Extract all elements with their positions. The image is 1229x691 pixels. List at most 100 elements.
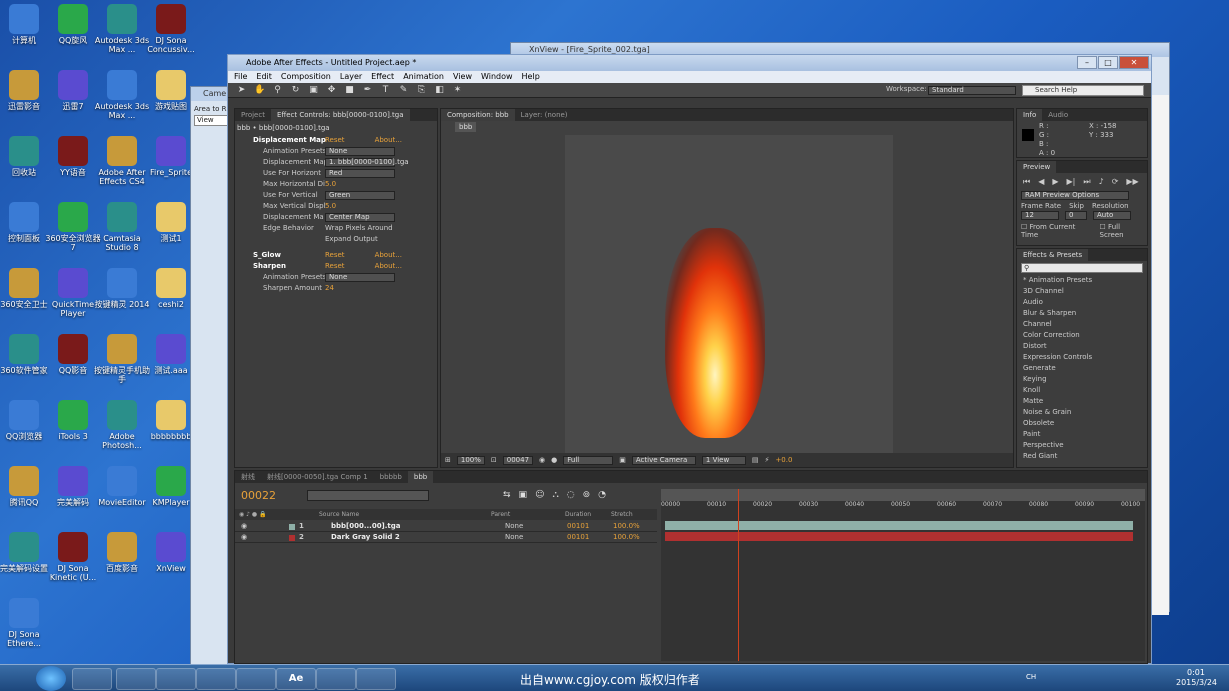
taskbar-explorer-icon[interactable] bbox=[72, 668, 112, 690]
pen-tool-icon[interactable]: ✒ bbox=[362, 85, 373, 96]
effects-category[interactable]: Perspective bbox=[1017, 440, 1147, 451]
property-checkbox[interactable]: Expand Output bbox=[325, 235, 378, 243]
menu-item[interactable]: Animation bbox=[403, 71, 444, 83]
timeline-tab[interactable]: bbb bbox=[407, 471, 434, 483]
desktop-icon[interactable]: Adobe After Effects CS4 bbox=[94, 136, 150, 186]
loop-icon[interactable]: ⟳ bbox=[1112, 177, 1119, 187]
property-value[interactable]: 24 bbox=[325, 284, 334, 292]
desktop-icon[interactable]: 百度影音 bbox=[94, 532, 150, 573]
effect-property[interactable]: Use For Horizont Red bbox=[239, 168, 395, 179]
timeline-search-input[interactable] bbox=[307, 490, 429, 501]
camera-view-select[interactable]: View bbox=[194, 115, 231, 126]
tab-info[interactable]: Info bbox=[1017, 109, 1043, 121]
taskbar-360-icon[interactable] bbox=[156, 668, 196, 690]
taskbar-3dsmax-icon[interactable] bbox=[356, 668, 396, 690]
menu-item[interactable]: Help bbox=[522, 71, 540, 83]
puppet-tool-icon[interactable]: ✶ bbox=[452, 85, 463, 96]
camera-tool-icon[interactable]: ▣ bbox=[308, 85, 319, 96]
desktop-icon[interactable]: QQ旋风 bbox=[45, 4, 101, 45]
timeline-tab[interactable]: 射线 bbox=[235, 471, 261, 483]
effect-header[interactable]: Displacement MapReset About... bbox=[239, 135, 402, 146]
ram-preview-options[interactable]: RAM Preview Options bbox=[1021, 191, 1129, 200]
desktop-icon[interactable]: DJ Sona Kinetic (U... bbox=[45, 532, 101, 582]
menu-item[interactable]: Window bbox=[481, 71, 513, 83]
taskbar-camtasia-icon[interactable] bbox=[196, 668, 236, 690]
eraser-tool-icon[interactable]: ◧ bbox=[434, 85, 445, 96]
channel-icon[interactable]: ● bbox=[551, 456, 557, 464]
menu-item[interactable]: Edit bbox=[256, 71, 272, 83]
resolution-dropdown[interactable]: Full bbox=[563, 455, 614, 465]
safe-zone-icon[interactable]: ⊡ bbox=[491, 456, 497, 464]
effect-property[interactable]: Max Vertical Displ5.0 bbox=[239, 201, 336, 212]
tab-preview[interactable]: Preview bbox=[1017, 161, 1057, 173]
brainstorm-icon[interactable]: ⊚ bbox=[583, 490, 591, 500]
eye-icon[interactable]: ◉ bbox=[241, 521, 247, 532]
graph-editor-icon[interactable]: ◔ bbox=[598, 490, 606, 500]
property-dropdown[interactable]: Green bbox=[325, 190, 395, 200]
audio-icon[interactable]: ♪ bbox=[1099, 177, 1104, 187]
property-checkbox[interactable]: Wrap Pixels Around bbox=[325, 224, 393, 232]
tab-effect-controls[interactable]: Effect Controls: bbb[0000-0100].tga bbox=[270, 109, 410, 121]
effect-property[interactable]: Edge Behavior Wrap Pixels Around bbox=[239, 223, 393, 234]
motion-blur-icon[interactable]: ◌ bbox=[567, 490, 575, 500]
desktop-icon[interactable]: DJ Sona Ethere... bbox=[0, 598, 52, 648]
effects-category[interactable]: Keying bbox=[1017, 374, 1147, 385]
toggle-pixel-icon[interactable]: ▤ bbox=[752, 456, 759, 464]
effects-category[interactable]: Red Giant bbox=[1017, 451, 1147, 462]
timeline-tab[interactable]: bbbbb bbox=[374, 471, 408, 483]
desktop-icon[interactable]: Camtasia Studio 8 bbox=[94, 202, 150, 252]
desktop-icon[interactable]: Autodesk 3ds Max ... bbox=[94, 4, 150, 54]
comp-breadcrumb[interactable]: bbb bbox=[455, 122, 477, 132]
effects-category[interactable]: Color Correction bbox=[1017, 330, 1147, 341]
label-color-swatch[interactable] bbox=[289, 535, 295, 541]
layer-duration-bar[interactable] bbox=[665, 521, 1133, 530]
effect-property[interactable]: Displacement Ma Center Map bbox=[239, 212, 395, 223]
taskbar-xnview-icon[interactable] bbox=[316, 668, 356, 690]
region-icon[interactable]: ▣ bbox=[619, 456, 626, 464]
zoom-tool-icon[interactable]: ⚲ bbox=[272, 85, 283, 96]
desktop-icon[interactable]: 按键精灵 2014 bbox=[94, 268, 150, 309]
menu-item[interactable]: Effect bbox=[371, 71, 394, 83]
col-source-name[interactable]: Source Name bbox=[319, 509, 359, 520]
eye-icon[interactable]: ◉ bbox=[241, 532, 247, 543]
draft-3d-icon[interactable]: ▣ bbox=[519, 490, 528, 500]
desktop-icon[interactable]: Adobe Photosh... bbox=[94, 400, 150, 450]
rotate-tool-icon[interactable]: ↻ bbox=[290, 85, 301, 96]
menu-item[interactable]: View bbox=[453, 71, 472, 83]
reset-link[interactable]: Reset bbox=[325, 136, 345, 144]
clone-tool-icon[interactable]: ⎘ bbox=[416, 85, 427, 96]
next-frame-icon[interactable]: ▶| bbox=[1067, 177, 1076, 187]
about-link[interactable]: About... bbox=[375, 262, 402, 270]
label-color-swatch[interactable] bbox=[289, 524, 295, 530]
layer-row[interactable]: ◉ 2 Dark Gray Solid 2 None 00101 100.0% bbox=[235, 532, 657, 543]
effects-category[interactable]: Noise & Grain bbox=[1017, 407, 1147, 418]
effect-property[interactable]: Use For Vertical Green bbox=[239, 190, 395, 201]
tab-project[interactable]: Project bbox=[235, 109, 271, 121]
work-area-bar[interactable] bbox=[661, 489, 1145, 501]
effect-property[interactable]: Expand Output bbox=[239, 234, 378, 245]
layer-name[interactable]: bbb[000...00].tga bbox=[331, 521, 401, 532]
pan-behind-tool-icon[interactable]: ✥ bbox=[326, 85, 337, 96]
menu-item[interactable]: Composition bbox=[281, 71, 331, 83]
layer-stretch[interactable]: 100.0% bbox=[613, 532, 640, 543]
effects-category[interactable]: Blur & Sharpen bbox=[1017, 308, 1147, 319]
effects-category[interactable]: Expression Controls bbox=[1017, 352, 1147, 363]
effects-category[interactable]: Matte bbox=[1017, 396, 1147, 407]
layer-parent[interactable]: None bbox=[505, 521, 523, 532]
effect-property[interactable]: Animation Presets:None bbox=[239, 146, 395, 157]
desktop-icon[interactable]: 迅雷7 bbox=[45, 70, 101, 111]
brush-tool-icon[interactable]: ✎ bbox=[398, 85, 409, 96]
effects-category[interactable]: Generate bbox=[1017, 363, 1147, 374]
hand-tool-icon[interactable]: ✋ bbox=[254, 85, 265, 96]
desktop-icon[interactable]: 完美解码 bbox=[45, 466, 101, 507]
comp-timecode[interactable]: 00047 bbox=[502, 455, 534, 465]
about-link[interactable]: About... bbox=[375, 136, 402, 144]
layer-number[interactable]: 2 bbox=[299, 532, 304, 543]
about-link[interactable]: About... bbox=[375, 251, 402, 259]
col-parent[interactable]: Parent bbox=[491, 509, 510, 520]
layer-duration[interactable]: 00101 bbox=[567, 532, 589, 543]
timeline-tab[interactable]: 射线[0000-0050].tga Comp 1 bbox=[261, 471, 374, 483]
property-dropdown[interactable]: Red bbox=[325, 168, 395, 178]
tab-effects-presets[interactable]: Effects & Presets bbox=[1017, 249, 1089, 261]
layer-row[interactable]: ◉ 1 bbb[000...00].tga None 00101 100.0% bbox=[235, 521, 657, 532]
